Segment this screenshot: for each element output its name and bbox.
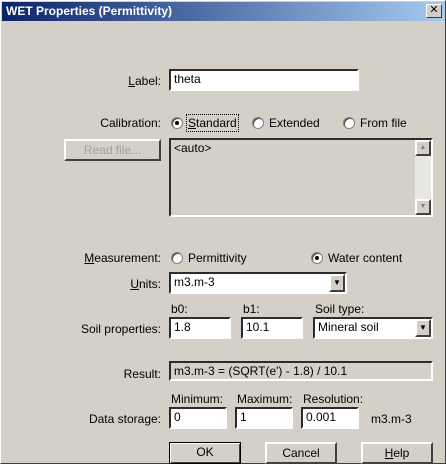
radio-measurement-permittivity[interactable] [171, 252, 183, 264]
soil-type-value: Mineral soil [318, 320, 379, 334]
scroll-up-icon[interactable]: ▲ [415, 140, 431, 156]
measurement-permittivity-label: Permittivity [188, 251, 247, 265]
calibration-scrollbar[interactable]: ▲ ▼ [415, 140, 431, 215]
units-select[interactable]: m3.m-3 ▼ [169, 272, 347, 294]
calibration-text: <auto> [174, 141, 212, 155]
calibration-text-area[interactable]: <auto> ▲ ▼ [169, 138, 433, 217]
scroll-down-icon[interactable]: ▼ [415, 199, 431, 215]
b1-input[interactable]: 10.1 [241, 317, 303, 339]
dialog-window: WET Properties (Permittivity) ✕ Label: t… [0, 0, 446, 464]
measurement-watercontent-label: Water content [328, 251, 403, 265]
label-input[interactable]: theta [169, 69, 359, 91]
minimum-label: Minimum: [171, 392, 224, 406]
b1-label: b1: [243, 302, 260, 316]
close-button[interactable]: ✕ [426, 4, 442, 18]
b0-label: b0: [171, 302, 188, 316]
help-button[interactable]: Help [361, 442, 433, 464]
b0-input[interactable]: 1.8 [169, 317, 231, 339]
radio-calibration-extended[interactable] [252, 117, 264, 129]
units-label: Units: [130, 277, 161, 291]
window-title: WET Properties (Permittivity) [6, 4, 173, 18]
data-storage-label: Data storage: [88, 412, 161, 426]
radio-calibration-fromfile[interactable] [343, 117, 355, 129]
result-label: Result: [123, 367, 161, 381]
storage-unit: m3.m-3 [371, 412, 412, 426]
calibration-label: Calibration: [100, 116, 161, 130]
measurement-label: Measurement: [84, 251, 161, 265]
resolution-input[interactable]: 0.001 [301, 407, 359, 429]
soil-properties-label: Soil properties: [80, 322, 161, 336]
calibration-standard-label: Standard [186, 114, 239, 132]
maximum-label: Maximum: [237, 392, 293, 406]
radio-measurement-watercontent[interactable] [311, 252, 323, 264]
minimum-input[interactable]: 0 [169, 407, 227, 429]
radio-calibration-standard[interactable] [171, 117, 183, 129]
label-field-label: Label: [128, 74, 161, 88]
close-icon: ✕ [429, 4, 439, 16]
soil-type-select[interactable]: Mineral soil ▼ [313, 317, 433, 339]
calibration-fromfile-label: From file [360, 116, 407, 130]
title-bar: WET Properties (Permittivity) ✕ [2, 2, 445, 21]
soil-type-label: Soil type: [315, 302, 365, 316]
chevron-down-icon[interactable]: ▼ [415, 319, 431, 337]
units-value: m3.m-3 [174, 275, 215, 289]
maximum-input[interactable]: 1 [235, 407, 293, 429]
chevron-down-icon[interactable]: ▼ [329, 274, 345, 292]
ok-button[interactable]: OK [169, 442, 241, 464]
result-value: m3.m-3 = (SQRT(e') - 1.8) / 10.1 [169, 361, 433, 381]
cancel-button[interactable]: Cancel [265, 442, 337, 464]
resolution-label: Resolution: [303, 392, 364, 406]
read-file-button[interactable]: Read file... [64, 139, 161, 161]
calibration-extended-label: Extended [269, 116, 320, 130]
